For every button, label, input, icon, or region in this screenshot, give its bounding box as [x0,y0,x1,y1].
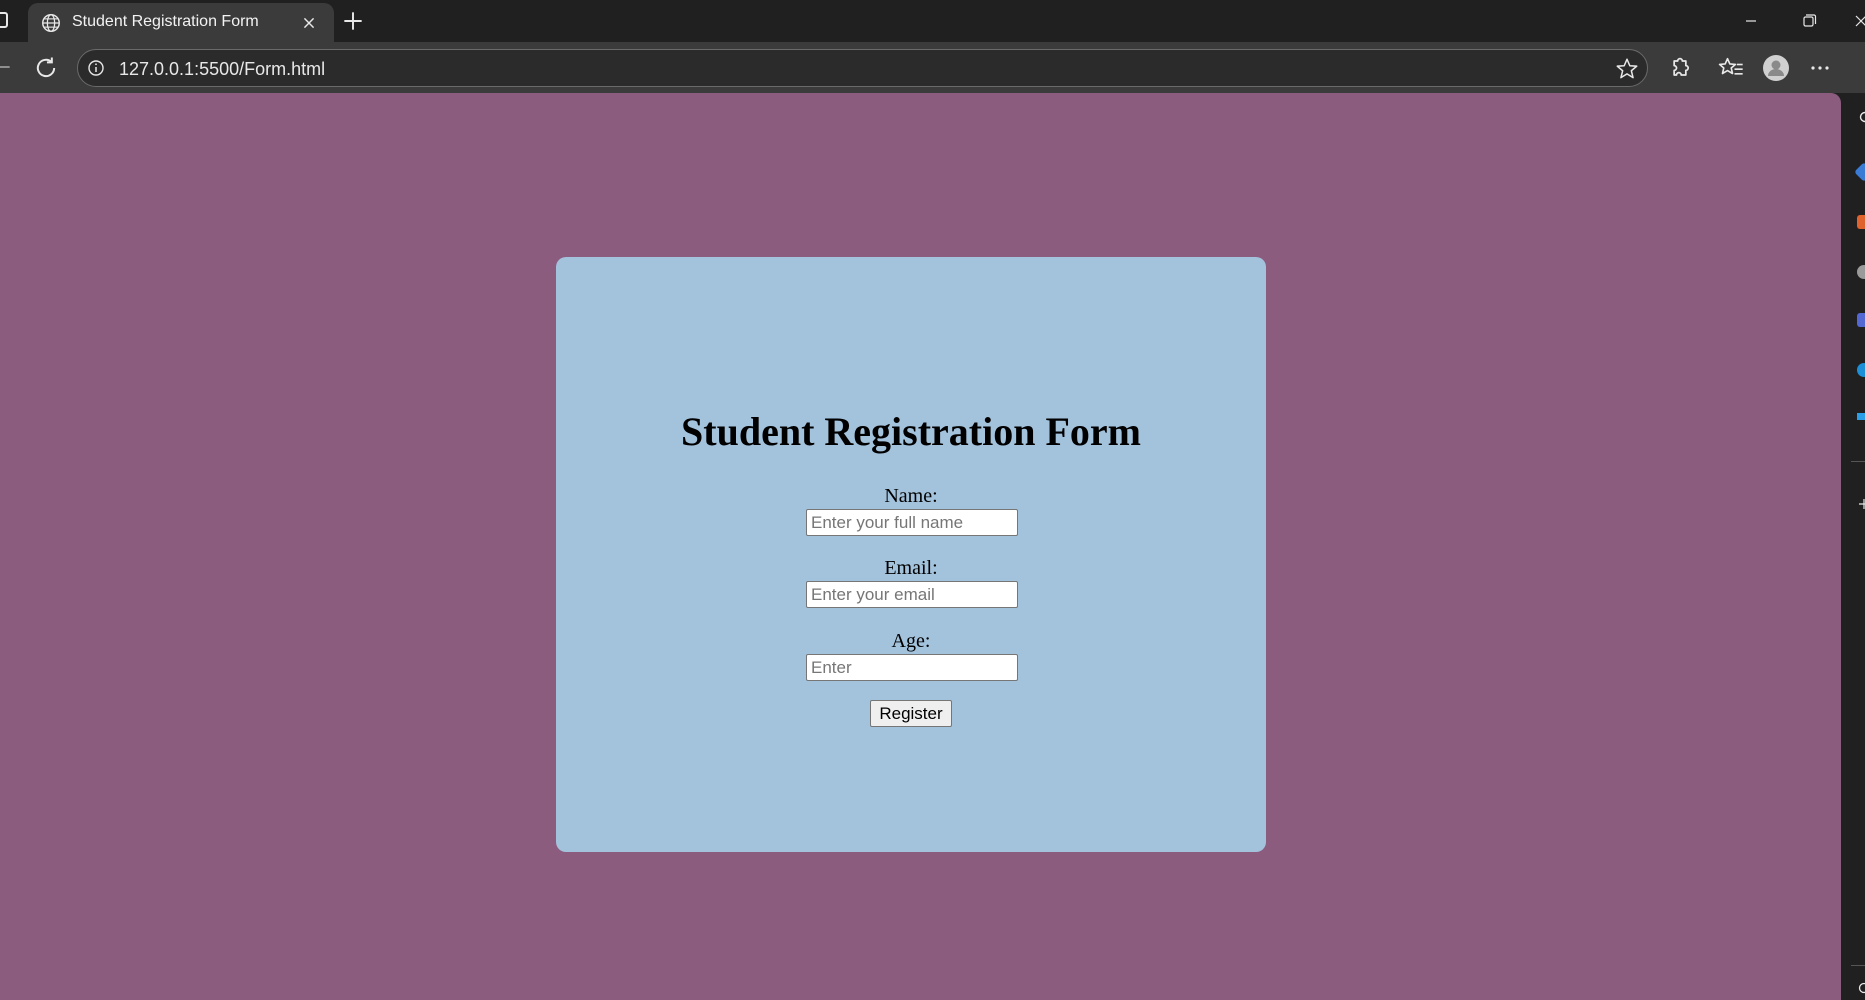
age-input[interactable] [806,654,1018,681]
sidebar-divider [1851,965,1865,966]
window-close-icon[interactable] [1846,6,1865,36]
plus-icon[interactable] [340,8,366,34]
url-text[interactable]: 127.0.0.1:5500/Form.html [119,59,325,80]
register-button[interactable]: Register [870,700,952,727]
email-input[interactable] [806,581,1018,608]
settings-icon[interactable] [1857,981,1865,995]
address-bar[interactable]: 127.0.0.1:5500/Form.html [77,49,1648,87]
add-icon[interactable] [1857,497,1865,511]
outlook-icon[interactable] [1857,413,1865,420]
reload-icon[interactable] [32,54,60,82]
tab-title: Student Registration Form [72,13,259,30]
form-title: Student Registration Form [681,409,1141,454]
more-icon[interactable] [1806,54,1834,82]
minimize-icon[interactable] [1728,6,1774,36]
search-icon[interactable] [1857,111,1865,125]
restore-icon[interactable] [1786,6,1832,36]
tools-icon[interactable] [1857,265,1865,279]
name-input[interactable] [806,509,1018,536]
name-label: Name: [884,485,938,507]
favorites-icon[interactable] [1717,54,1745,82]
browser-toolbar: 127.0.0.1:5500/Form.html [0,42,1865,93]
edge-sidebar [1841,93,1865,1000]
puzzle-icon[interactable] [1666,54,1694,82]
office-icon[interactable] [1857,363,1865,377]
browser-tab[interactable]: Student Registration Form [28,3,334,42]
close-icon[interactable] [298,12,320,34]
avatar-icon[interactable] [1762,54,1790,82]
star-icon[interactable] [1614,56,1640,82]
games-icon[interactable] [1857,313,1865,327]
tab-strip: Student Registration Form [0,0,1865,42]
globe-icon [42,14,60,32]
tab-actions-button[interactable] [0,12,12,28]
back-arrow-icon[interactable] [0,54,14,80]
age-label: Age: [891,630,931,652]
shopping-icon[interactable] [1857,215,1865,229]
info-icon[interactable] [86,58,106,78]
sidebar-divider [1851,461,1865,462]
page-viewport: Student Registration Form Name: Email: A… [0,93,1841,1000]
registration-card: Student Registration Form Name: Email: A… [556,257,1266,852]
copilot-icon[interactable] [1854,162,1865,182]
email-label: Email: [884,557,938,579]
